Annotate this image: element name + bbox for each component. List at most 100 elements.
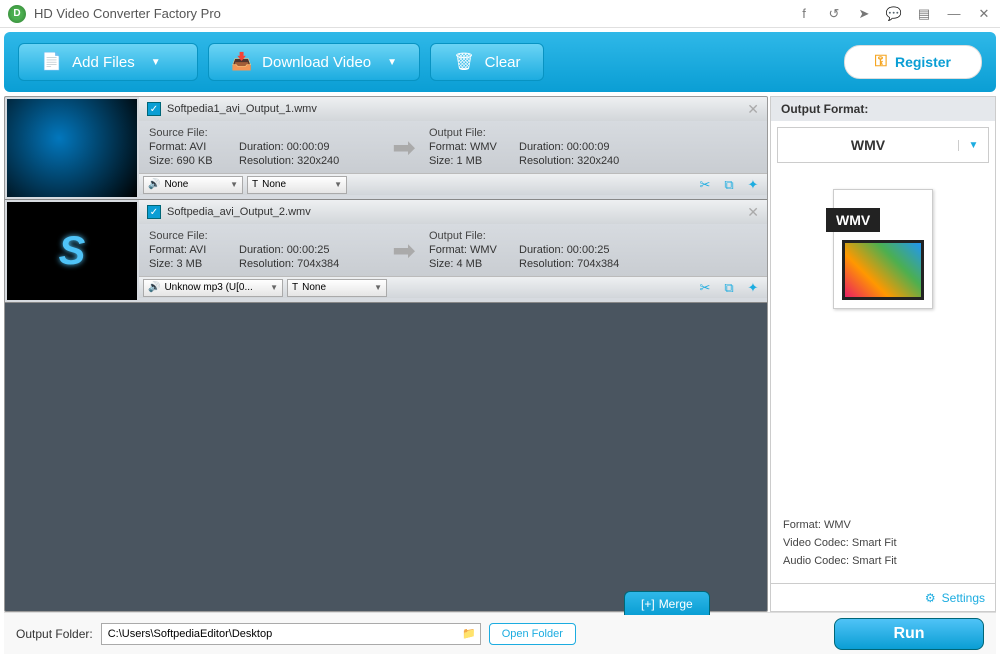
meta-format: Format: WMV xyxy=(783,519,983,531)
output-format-selector[interactable]: WMV ▼ xyxy=(777,127,989,163)
output-resolution: Resolution: 704x384 xyxy=(519,258,659,270)
output-path-value: C:\Users\SoftpediaEditor\Desktop xyxy=(108,628,272,640)
text-icon: T xyxy=(252,179,258,190)
settings-button[interactable]: ⚙ Settings xyxy=(771,583,995,611)
source-resolution: Resolution: 704x384 xyxy=(239,258,379,270)
edit-icon[interactable]: ✂ xyxy=(695,176,715,194)
source-size: Size: 690 KB xyxy=(149,155,239,167)
queue-item: ✓ Softpedia1_avi_Output_1.wmv ✕ Source F… xyxy=(5,97,767,200)
edit-icon[interactable]: ✂ xyxy=(695,279,715,297)
format-preview: WMV xyxy=(771,169,995,509)
chevron-down-icon: ▼ xyxy=(230,180,238,189)
add-file-icon: 📄 xyxy=(41,52,62,72)
subtitle-dropdown[interactable]: T None ▼ xyxy=(287,279,387,297)
audio-track-dropdown[interactable]: 🔊 None ▼ xyxy=(143,176,243,194)
audio-track-value: None xyxy=(164,179,226,190)
speaker-icon: 🔊 xyxy=(148,179,160,190)
effects-icon[interactable]: ✦ xyxy=(743,176,763,194)
output-size: Size: 1 MB xyxy=(429,155,519,167)
arrow-right-icon: ➡ xyxy=(379,234,429,267)
film-strip-icon xyxy=(842,240,924,300)
minimize-icon[interactable]: — xyxy=(946,6,962,22)
text-icon: T xyxy=(292,282,298,293)
item-info: Source File: Format: AVI Size: 3 MB Dura… xyxy=(139,224,767,276)
key-icon: ⚿ xyxy=(875,53,887,71)
format-badge: WMV xyxy=(826,208,880,232)
clear-button[interactable]: 🗑 Clear xyxy=(430,43,543,81)
subtitle-value: None xyxy=(262,179,330,190)
output-duration: Duration: 00:00:09 xyxy=(519,141,659,153)
item-footer: 🔊 Unknow mp3 (U[0... ▼ T None ▼ ✂ ⧉ ✦ xyxy=(139,276,767,298)
output-format-header: Output Format: xyxy=(771,97,995,121)
source-size: Size: 3 MB xyxy=(149,258,239,270)
source-duration: Duration: 00:00:25 xyxy=(239,244,379,256)
remove-item-icon[interactable]: ✕ xyxy=(747,101,759,118)
item-info: Source File: Format: AVI Size: 690 KB Du… xyxy=(139,121,767,173)
app-logo-icon: D xyxy=(8,5,26,23)
output-folder-path[interactable]: C:\Users\SoftpediaEditor\Desktop 📁 xyxy=(101,623,481,645)
chevron-down-icon: ▼ xyxy=(374,283,382,292)
remove-item-icon[interactable]: ✕ xyxy=(747,204,759,221)
item-filename: Softpedia1_avi_Output_1.wmv xyxy=(167,103,741,115)
output-file-label: Output File: xyxy=(429,230,519,242)
register-button[interactable]: ⚿ Register xyxy=(844,45,982,79)
output-format-value: WMV xyxy=(778,137,958,153)
audio-track-value: Unknow mp3 (U[0... xyxy=(164,282,266,293)
add-files-button[interactable]: 📄 Add Files ▼ xyxy=(18,43,198,81)
effects-icon[interactable]: ✦ xyxy=(743,279,763,297)
wmv-format-icon: WMV xyxy=(833,189,933,309)
source-format: Format: AVI xyxy=(149,244,239,256)
main-area: ✓ Softpedia1_avi_Output_1.wmv ✕ Source F… xyxy=(4,96,996,612)
subtitle-value: None xyxy=(302,282,370,293)
open-folder-button[interactable]: Open Folder xyxy=(489,623,576,645)
arrow-right-icon: ➡ xyxy=(379,131,429,164)
feedback-icon[interactable]: 💬 xyxy=(886,6,902,22)
download-video-label: Download Video xyxy=(262,54,371,71)
video-thumbnail[interactable]: S xyxy=(7,202,137,300)
video-thumbnail[interactable] xyxy=(7,99,137,197)
output-sidebar: Output Format: WMV ▼ WMV Format: WMV Vid… xyxy=(770,96,996,612)
item-filename: Softpedia_avi_Output_2.wmv xyxy=(167,206,741,218)
source-file-label: Source File: xyxy=(149,127,239,139)
app-title: HD Video Converter Factory Pro xyxy=(34,6,796,21)
source-resolution: Resolution: 320x240 xyxy=(239,155,379,167)
settings-label: Settings xyxy=(942,591,985,605)
output-folder-label: Output Folder: xyxy=(16,627,93,641)
chevron-down-icon: ▼ xyxy=(958,140,988,151)
source-file-label: Source File: xyxy=(149,230,239,242)
item-checkbox[interactable]: ✓ xyxy=(147,102,161,116)
output-size: Size: 4 MB xyxy=(429,258,519,270)
clear-label: Clear xyxy=(485,54,521,71)
facebook-icon[interactable]: f xyxy=(796,6,812,22)
meta-audio-codec: Audio Codec: Smart Fit xyxy=(783,555,983,567)
subtitle-dropdown[interactable]: T None ▼ xyxy=(247,176,347,194)
menu-icon[interactable]: ▤ xyxy=(916,6,932,22)
chevron-down-icon: ▼ xyxy=(270,283,278,292)
crop-icon[interactable]: ⧉ xyxy=(719,176,739,194)
speaker-icon: 🔊 xyxy=(148,282,160,293)
add-files-label: Add Files xyxy=(72,54,135,71)
download-icon: 📥 xyxy=(231,52,252,72)
source-format: Format: AVI xyxy=(149,141,239,153)
item-checkbox[interactable]: ✓ xyxy=(147,205,161,219)
conversion-queue: ✓ Softpedia1_avi_Output_1.wmv ✕ Source F… xyxy=(4,96,768,612)
chevron-down-icon: ▼ xyxy=(387,57,397,68)
output-resolution: Resolution: 320x240 xyxy=(519,155,659,167)
queue-item: S ✓ Softpedia_avi_Output_2.wmv ✕ Source … xyxy=(5,200,767,303)
download-video-button[interactable]: 📥 Download Video ▼ xyxy=(208,43,420,81)
undo-icon[interactable]: ↺ xyxy=(826,6,842,22)
audio-track-dropdown[interactable]: 🔊 Unknow mp3 (U[0... ▼ xyxy=(143,279,283,297)
bottom-bar: [+] Merge Output Folder: C:\Users\Softpe… xyxy=(4,612,996,654)
titlebar-actions: f ↺ ➤ 💬 ▤ — ✕ xyxy=(796,6,992,22)
merge-button[interactable]: [+] Merge xyxy=(624,591,710,615)
crop-icon[interactable]: ⧉ xyxy=(719,279,739,297)
gear-icon: ⚙ xyxy=(925,591,936,605)
share-icon[interactable]: ➤ xyxy=(856,6,872,22)
browse-folder-icon[interactable]: 📁 xyxy=(462,627,476,640)
trash-icon: 🗑 xyxy=(453,52,475,72)
run-button[interactable]: Run xyxy=(834,618,984,650)
chevron-down-icon: ▼ xyxy=(151,57,161,68)
titlebar: D HD Video Converter Factory Pro f ↺ ➤ 💬… xyxy=(0,0,1000,28)
merge-icon: [+] xyxy=(641,597,655,611)
close-icon[interactable]: ✕ xyxy=(976,6,992,22)
